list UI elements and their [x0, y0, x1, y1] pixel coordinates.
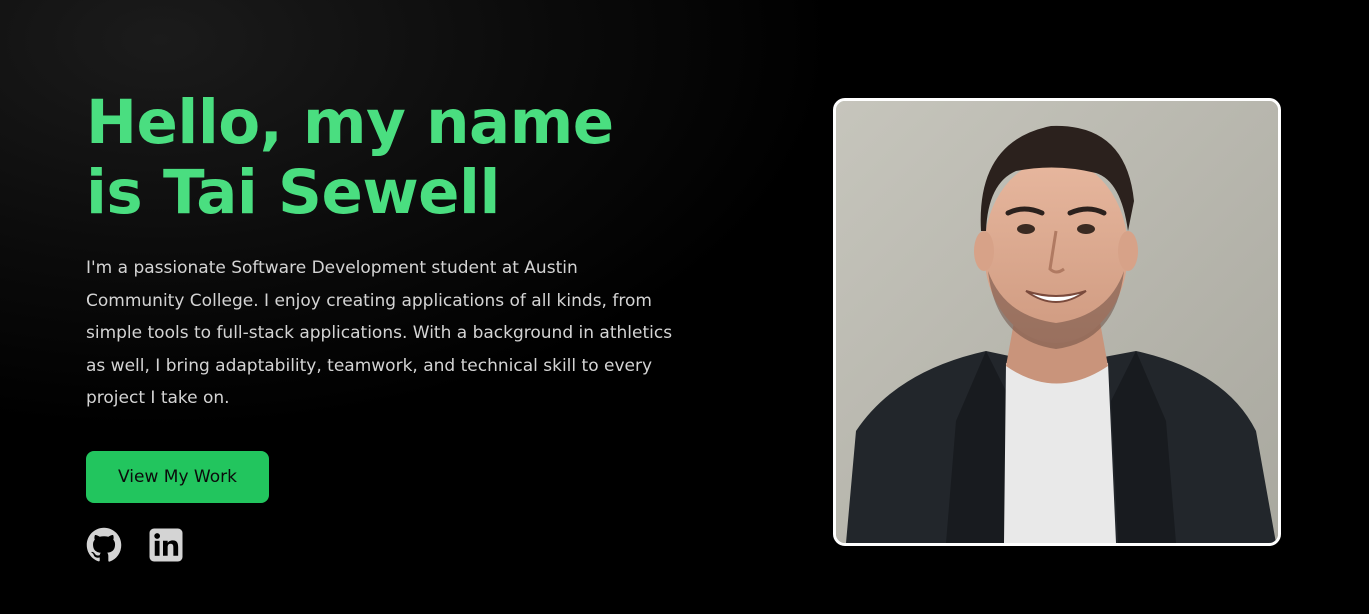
headline-line-1: Hello, my name: [86, 87, 614, 158]
view-my-work-button[interactable]: View My Work: [86, 450, 269, 503]
hero-intro: Hello, my name is Tai Sewell I'm a passio…: [86, 88, 686, 563]
profile-portrait-illustration: [836, 101, 1278, 543]
bio-paragraph: I'm a passionate Software Development st…: [86, 258, 673, 408]
page-title: Hello, my name is Tai Sewell: [86, 88, 686, 228]
linkedin-icon: [149, 528, 183, 561]
profile-photo: [833, 98, 1281, 546]
headline-line-2: is Tai Sewell: [86, 157, 500, 228]
github-link[interactable]: [86, 527, 122, 563]
hero-section: Hello, my name is Tai Sewell I'm a passio…: [0, 0, 1369, 614]
github-icon: [86, 527, 122, 562]
social-links: [86, 527, 686, 563]
linkedin-link[interactable]: [148, 527, 184, 563]
